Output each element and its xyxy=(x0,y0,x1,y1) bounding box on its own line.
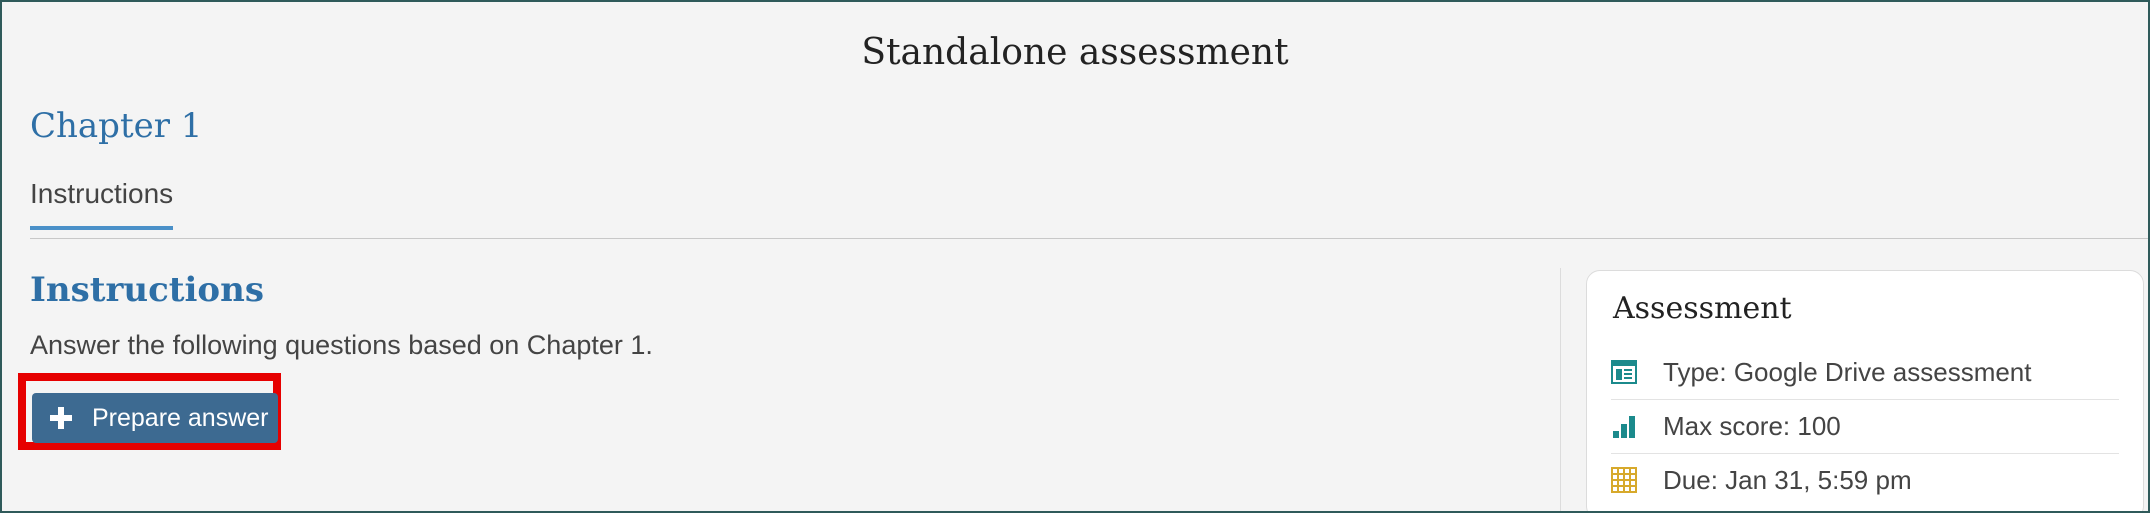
bar-chart-icon xyxy=(1613,416,1635,438)
max-score-text: Max score: 100 xyxy=(1663,410,1841,441)
plus-icon xyxy=(50,407,72,429)
chapter-title: Chapter 1 xyxy=(30,106,203,146)
calendar-icon xyxy=(1611,467,1637,493)
prepare-answer-label: Prepare answer xyxy=(92,403,269,432)
section-heading: Instructions xyxy=(30,270,264,310)
assessment-panel: Assessment Type: Google Drive assessment… xyxy=(1586,270,2144,511)
assessment-type-text: Type: Google Drive assessment xyxy=(1663,356,2032,387)
panel-title: Assessment xyxy=(1613,291,1792,326)
assessment-type-row: Type: Google Drive assessment xyxy=(1611,345,2119,400)
column-divider xyxy=(1560,268,1561,511)
max-score-row: Max score: 100 xyxy=(1611,399,2119,454)
page-title: Standalone assessment xyxy=(861,32,1289,73)
instructions-section: Instructions Answer the following questi… xyxy=(30,270,1530,361)
instructions-text: Answer the following questions based on … xyxy=(30,330,653,360)
due-date-row: Due: Jan 31, 5:59 pm xyxy=(1611,453,2119,507)
tab-instructions[interactable]: Instructions xyxy=(30,178,174,230)
due-date-text: Due: Jan 31, 5:59 pm xyxy=(1663,464,1912,495)
document-icon xyxy=(1611,360,1637,384)
prepare-answer-button[interactable]: Prepare answer xyxy=(32,393,278,443)
tab-divider xyxy=(30,238,2148,239)
app-window: Standalone assessment Chapter 1 Instruct… xyxy=(0,0,2150,513)
